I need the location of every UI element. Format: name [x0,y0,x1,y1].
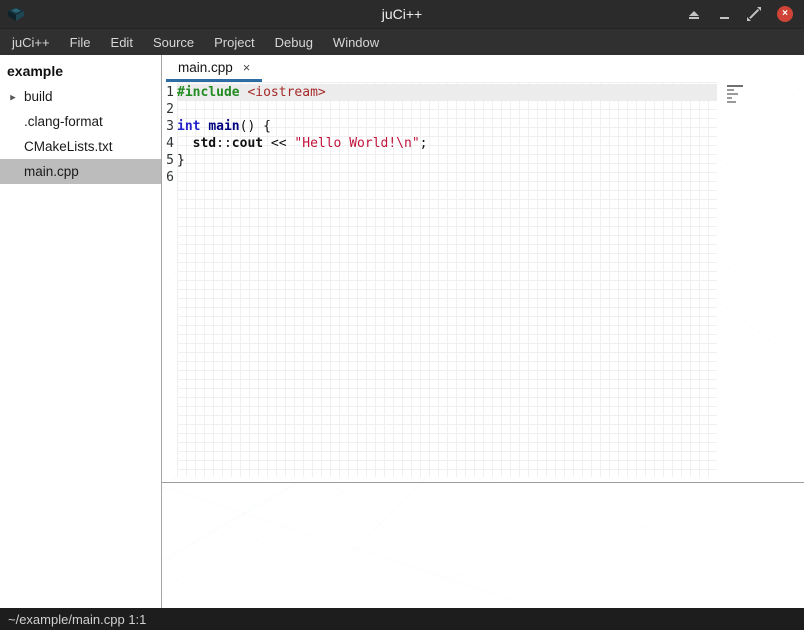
menu-item-window[interactable]: Window [323,29,389,55]
code-lines: 1#include <iostream>23int main() {4 std:… [162,82,717,186]
code-line[interactable]: 1#include <iostream> [162,84,717,101]
app-window: juCi++ × juCi++FileEditSourceProjectDebu… [0,0,804,630]
tab-main-cpp[interactable]: main.cpp × [166,55,262,82]
menu-item-project[interactable]: Project [204,29,264,55]
line-number: 6 [162,169,174,186]
editor-pane: main.cpp × 1#include <iostream>23int mai… [162,55,804,608]
keep-above-icon[interactable] [687,7,701,21]
code-area: 1#include <iostream>23int main() {4 std:… [162,82,717,477]
tree-item-label: .clang-format [24,114,103,129]
menu-item-edit[interactable]: Edit [101,29,143,55]
menu-item-juci[interactable]: juCi++ [2,29,60,55]
code-line[interactable]: 4 std::cout << "Hello World!\n"; [162,135,717,152]
line-number: 3 [162,118,174,135]
project-root-label: example [0,60,161,84]
tree-item-build[interactable]: ▸ build [0,84,161,109]
code-line[interactable]: 6 [162,169,717,186]
titlebar: juCi++ × [0,0,804,28]
tabbar: main.cpp × [162,55,804,82]
file-tree: ▸ build .clang-format CMakeLists.txt main.cp… [0,84,161,184]
menu-item-debug[interactable]: Debug [265,29,323,55]
tab-close-icon[interactable]: × [243,61,251,74]
content: example ▸ build .clang-format CMakeLists.tx… [0,55,804,608]
overview-map[interactable] [727,85,747,103]
tree-item-cmakelists-txt[interactable]: CMakeLists.txt [0,134,161,159]
tree-item-label: CMakeLists.txt [24,139,113,154]
menubar: juCi++FileEditSourceProjectDebugWindow [0,28,804,55]
statusbar: ~/example/main.cpp 1:1 [0,608,804,630]
code-editor[interactable]: 1#include <iostream>23int main() {4 std:… [162,82,804,482]
tree-item-clang-format[interactable]: .clang-format [0,109,161,134]
maximize-icon[interactable] [747,7,761,21]
terminal-panel[interactable] [162,482,804,608]
status-file-position: ~/example/main.cpp 1:1 [8,612,146,627]
close-icon[interactable]: × [777,6,793,22]
tab-label: main.cpp [178,60,233,75]
app-icon [7,6,25,22]
minimize-icon[interactable] [717,7,731,21]
line-number: 1 [162,84,174,101]
window-title: juCi++ [0,6,804,22]
tree-item-main-cpp[interactable]: main.cpp [0,159,161,184]
line-number: 2 [162,101,174,118]
code-line[interactable]: 3int main() { [162,118,717,135]
tree-item-label: main.cpp [24,164,79,179]
sidebar: example ▸ build .clang-format CMakeLists.tx… [0,55,162,608]
code-line[interactable]: 2 [162,101,717,118]
line-number: 5 [162,152,174,169]
menu-item-file[interactable]: File [60,29,101,55]
expander-icon[interactable]: ▸ [7,90,19,103]
line-number: 4 [162,135,174,152]
window-controls: × [687,6,804,22]
menu-item-source[interactable]: Source [143,29,204,55]
tree-item-label: build [24,89,53,104]
code-line[interactable]: 5} [162,152,717,169]
